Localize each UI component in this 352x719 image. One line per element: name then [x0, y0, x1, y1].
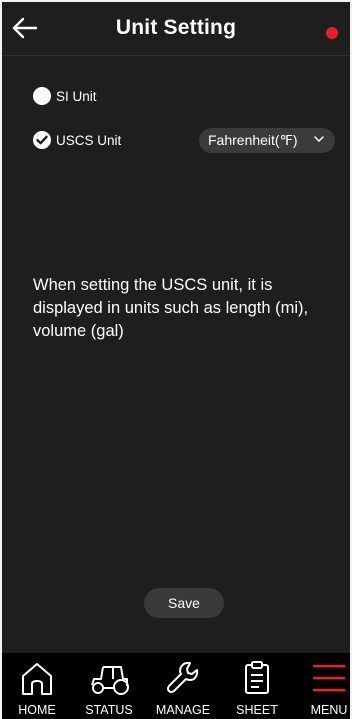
radio-checked-icon[interactable]	[33, 131, 51, 149]
radio-unchecked-icon[interactable]	[33, 87, 51, 105]
uscs-unit-option[interactable]: USCS Unit	[33, 128, 121, 152]
temperature-unit-value: Fahrenheit(℉)	[208, 132, 298, 148]
tab-sheet[interactable]: SHEET	[222, 653, 292, 719]
wrench-icon	[167, 661, 199, 693]
home-icon	[22, 663, 52, 695]
bottom-tab-bar: HOME STATUS MANAGE SHEET MENU	[2, 653, 350, 719]
header: Unit Setting	[2, 2, 350, 56]
unit-setting-screen: Unit Setting SI Unit USCS Unit Fahrenhei…	[0, 0, 352, 719]
tab-home[interactable]: HOME	[2, 653, 72, 719]
si-unit-label: SI Unit	[56, 88, 97, 104]
checkmark-icon	[36, 135, 48, 145]
uscs-unit-label: USCS Unit	[56, 132, 122, 148]
uscs-description: When setting the USCS unit, it is displa…	[33, 276, 309, 340]
tab-menu-label: MENU	[310, 703, 348, 717]
tab-status-label: STATUS	[85, 703, 133, 717]
si-unit-option[interactable]: SI Unit	[33, 84, 97, 108]
tab-manage[interactable]: MANAGE	[148, 653, 218, 719]
tab-menu[interactable]: MENU	[294, 653, 350, 719]
page-title: Unit Setting	[115, 16, 237, 39]
tractor-icon	[91, 666, 129, 695]
tab-manage-label: MANAGE	[155, 703, 211, 717]
tab-status[interactable]: STATUS	[74, 653, 144, 719]
chevron-down-icon	[314, 136, 324, 142]
menu-icon	[312, 664, 346, 692]
clipboard-icon	[245, 661, 269, 694]
tab-sheet-label: SHEET	[236, 703, 278, 717]
status-dot	[326, 27, 338, 39]
tab-home-label: HOME	[18, 703, 56, 717]
save-button[interactable]: Save	[144, 588, 224, 618]
temperature-unit-dropdown[interactable]: Fahrenheit(℉)	[199, 128, 335, 153]
